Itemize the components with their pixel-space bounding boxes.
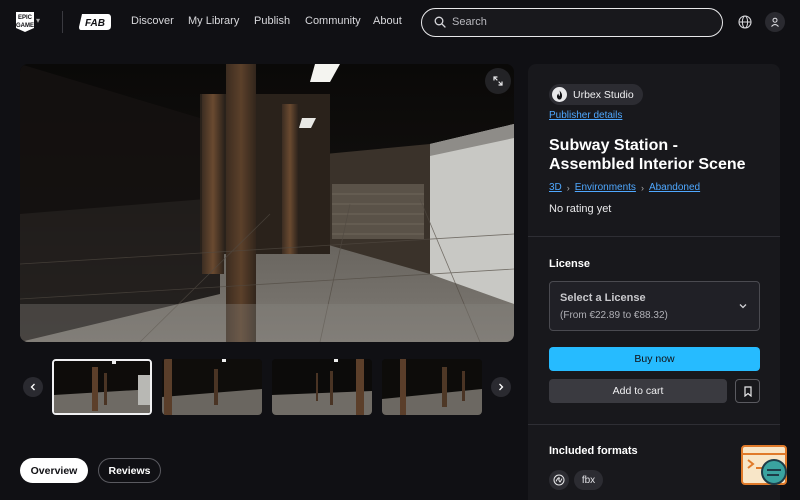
chevron-left-icon bbox=[30, 383, 35, 391]
search-icon bbox=[434, 16, 446, 28]
wishlist-button[interactable] bbox=[735, 379, 760, 403]
tab-reviews[interactable]: Reviews bbox=[98, 458, 161, 483]
format-chip-fbx: fbx bbox=[574, 470, 603, 490]
globe-icon[interactable] bbox=[738, 15, 752, 29]
add-to-cart-button[interactable]: Add to cart bbox=[549, 379, 727, 403]
nav-link-discover[interactable]: Discover bbox=[131, 15, 174, 27]
chevron-right-icon bbox=[499, 383, 504, 391]
buy-now-button[interactable]: Buy now bbox=[549, 347, 760, 371]
chevron-right-icon: › bbox=[566, 182, 570, 193]
chevron-down-icon bbox=[739, 304, 747, 309]
code-helper-widget-icon[interactable] bbox=[740, 444, 790, 490]
nav-link-publish[interactable]: Publish bbox=[254, 15, 290, 27]
main-preview-image[interactable] bbox=[20, 64, 514, 342]
subway-scene-illustration bbox=[20, 64, 514, 342]
license-label: License bbox=[549, 258, 590, 270]
chevron-down-icon[interactable]: ▾ bbox=[36, 16, 40, 25]
breadcrumb-3d[interactable]: 3D bbox=[549, 182, 562, 193]
flame-icon bbox=[552, 87, 567, 102]
breadcrumb-abandoned[interactable]: Abandoned bbox=[649, 182, 700, 193]
fab-logo-text: FAB bbox=[85, 18, 105, 29]
search-bar[interactable] bbox=[421, 8, 723, 37]
user-icon bbox=[771, 17, 779, 27]
fullscreen-button[interactable] bbox=[485, 68, 511, 94]
rating-text: No rating yet bbox=[549, 203, 612, 215]
thumbnail-2[interactable] bbox=[162, 359, 262, 415]
nav-link-community[interactable]: Community bbox=[305, 15, 361, 27]
included-formats-label: Included formats bbox=[549, 445, 638, 457]
top-navigation: EPIC GAMES ▾ FAB Discover My Library Pub… bbox=[0, 0, 800, 44]
fab-logo[interactable]: FAB bbox=[78, 12, 112, 32]
nav-link-my-library[interactable]: My Library bbox=[188, 15, 239, 27]
tab-overview[interactable]: Overview bbox=[20, 458, 88, 483]
license-select-title: Select a License bbox=[560, 292, 646, 304]
publisher-name: Urbex Studio bbox=[573, 88, 634, 101]
product-title: Subway Station - Assembled Interior Scen… bbox=[549, 137, 746, 173]
expand-icon bbox=[493, 76, 503, 86]
epic-games-logo[interactable]: EPIC GAMES bbox=[16, 12, 34, 32]
panel-divider bbox=[528, 236, 780, 237]
search-input[interactable] bbox=[452, 14, 702, 30]
breadcrumb: 3D › Environments › Abandoned bbox=[549, 182, 700, 193]
chevron-right-icon: › bbox=[640, 182, 644, 193]
nav-link-about[interactable]: About bbox=[373, 15, 402, 27]
user-avatar[interactable] bbox=[765, 12, 785, 32]
nav-divider bbox=[62, 11, 63, 33]
bookmark-icon bbox=[743, 385, 752, 397]
thumbnail-4[interactable] bbox=[382, 359, 482, 415]
license-price-range: (From €22.89 to €88.32) bbox=[560, 310, 668, 321]
breadcrumb-environments[interactable]: Environments bbox=[575, 182, 636, 193]
thumbnails-next-button[interactable] bbox=[491, 377, 511, 397]
publisher-details-link[interactable]: Publisher details bbox=[549, 110, 622, 121]
unreal-engine-icon bbox=[549, 470, 569, 490]
thumbnail-3[interactable] bbox=[272, 359, 372, 415]
thumbnail-1[interactable] bbox=[52, 359, 152, 415]
publisher-chip[interactable]: Urbex Studio bbox=[549, 84, 643, 105]
license-select[interactable]: Select a License (From €22.89 to €88.32) bbox=[549, 281, 760, 331]
panel-divider bbox=[528, 424, 780, 425]
thumbnails-prev-button[interactable] bbox=[23, 377, 43, 397]
